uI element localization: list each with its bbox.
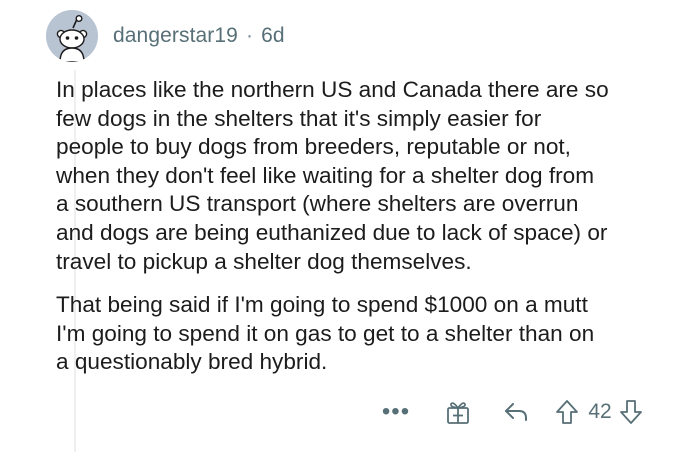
reply-icon <box>505 403 527 421</box>
comment-body: In places like the northern US and Canad… <box>56 76 686 377</box>
text-line: a questionably bred hybrid. <box>56 349 328 375</box>
reply-button[interactable] <box>498 400 534 424</box>
comment-age: 6d <box>261 24 285 47</box>
comment-paragraph: That being said if I'm going to spend $1… <box>56 291 686 377</box>
vote-score: 42 <box>588 400 612 423</box>
downvote-icon <box>620 400 642 424</box>
comment-actions: ••• 42 <box>378 396 646 428</box>
text-line: I'm going to spend it on gas to get to a… <box>56 320 595 346</box>
upvote-button[interactable] <box>552 399 582 425</box>
meta-separator: · <box>245 24 254 47</box>
comment-paragraph: In places like the northern US and Canad… <box>56 76 686 276</box>
text-line: travel to pickup a shelter dog themselve… <box>56 248 472 274</box>
more-options-button[interactable]: ••• <box>378 398 414 425</box>
downvote-button[interactable] <box>616 399 646 425</box>
text-line: a southern US transport (where shelters … <box>56 191 579 217</box>
snoo-avatar-icon <box>46 10 98 62</box>
text-line: few dogs in the shelters that it's simpl… <box>56 105 542 131</box>
text-line: In places like the northern US and Canad… <box>56 77 609 102</box>
text-line: That being said if I'm going to spend $1… <box>56 292 588 318</box>
author-name[interactable]: dangerstar19 <box>113 24 238 47</box>
more-icon: ••• <box>381 398 411 425</box>
comment-meta: dangerstar19 · 6d <box>113 24 285 48</box>
text-line: when they don't feel like waiting for a … <box>56 162 595 188</box>
award-button[interactable] <box>440 399 476 425</box>
avatar[interactable] <box>46 10 98 62</box>
text-line: and dogs are being euthanized due to lac… <box>56 219 608 245</box>
text-line: people to buy dogs from breeders, reputa… <box>56 134 571 160</box>
award-icon <box>447 402 469 424</box>
upvote-icon <box>556 400 578 424</box>
